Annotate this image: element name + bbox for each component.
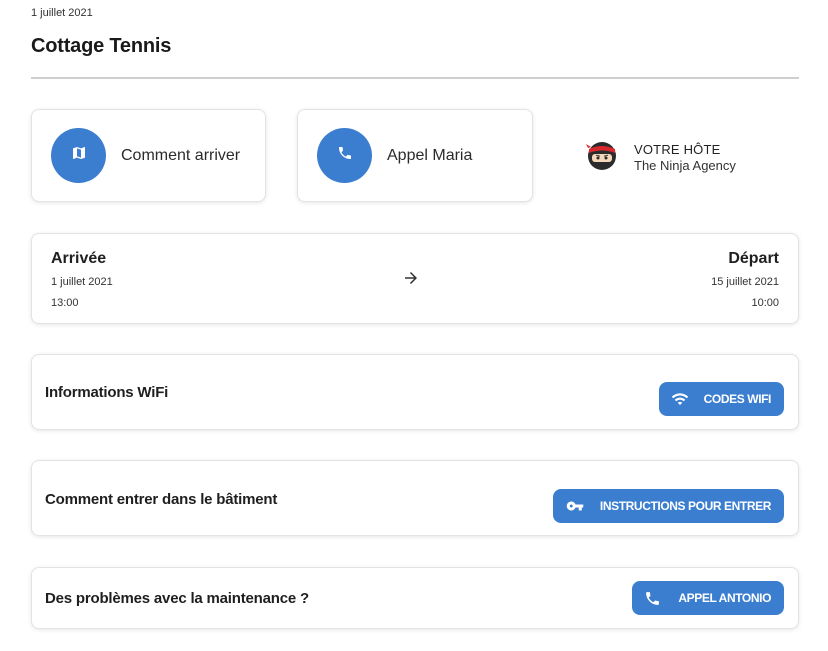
wifi-icon	[671, 390, 689, 408]
call-maria-label: Appel Maria	[387, 146, 473, 164]
wifi-title: Informations WiFi	[45, 384, 169, 401]
directions-label: Comment arriver	[121, 146, 241, 164]
maintenance-card: Des problèmes avec la maintenance ? APPE…	[31, 567, 799, 629]
ninja-avatar-icon	[586, 139, 618, 176]
arrival-label: Arrivée	[51, 250, 107, 267]
stay-dates-card: Arrivée 1 juillet 2021 13:00 Départ 15 j…	[31, 233, 799, 324]
wifi-codes-button[interactable]: CODES WIFI	[658, 382, 784, 416]
arrival-time: 13:00	[51, 297, 79, 309]
arrival-date: 1 juillet 2021	[51, 276, 113, 288]
call-antonio-label: APPEL ANTONIO	[678, 591, 771, 605]
host-info: VOTRE HÔTE The Ninja Agency	[586, 139, 736, 176]
map-icon	[71, 145, 87, 166]
key-icon	[565, 497, 585, 515]
page-title: Cottage Tennis	[31, 35, 172, 57]
phone-icon	[337, 145, 353, 166]
entry-card: Comment entrer dans le bâtiment INSTRUCT…	[31, 460, 799, 536]
host-name: The Ninja Agency	[634, 157, 736, 173]
host-kicker: VOTRE HÔTE	[634, 141, 721, 157]
call-maria-card[interactable]: Appel Maria	[297, 109, 533, 202]
directions-icon-circle	[51, 128, 106, 183]
wifi-card: Informations WiFi CODES WIFI	[31, 354, 799, 430]
header-date: 1 juillet 2021	[31, 7, 93, 19]
departure-label: Départ	[728, 250, 779, 267]
entry-instructions-button[interactable]: INSTRUCTIONS POUR ENTRER	[552, 489, 784, 523]
arrow-right-icon	[402, 269, 420, 292]
departure-time: 10:00	[751, 297, 779, 309]
wifi-codes-label: CODES WIFI	[703, 392, 772, 406]
directions-card[interactable]: Comment arriver	[31, 109, 266, 202]
entry-title: Comment entrer dans le bâtiment	[45, 491, 278, 508]
header-divider	[31, 77, 799, 79]
call-antonio-button[interactable]: APPEL ANTONIO	[632, 581, 784, 615]
departure-date: 15 juillet 2021	[711, 276, 779, 288]
maintenance-title: Des problèmes avec la maintenance ?	[45, 590, 309, 607]
entry-instructions-label: INSTRUCTIONS POUR ENTRER	[599, 499, 771, 513]
call-icon-circle	[317, 128, 372, 183]
phone-icon	[644, 590, 661, 607]
